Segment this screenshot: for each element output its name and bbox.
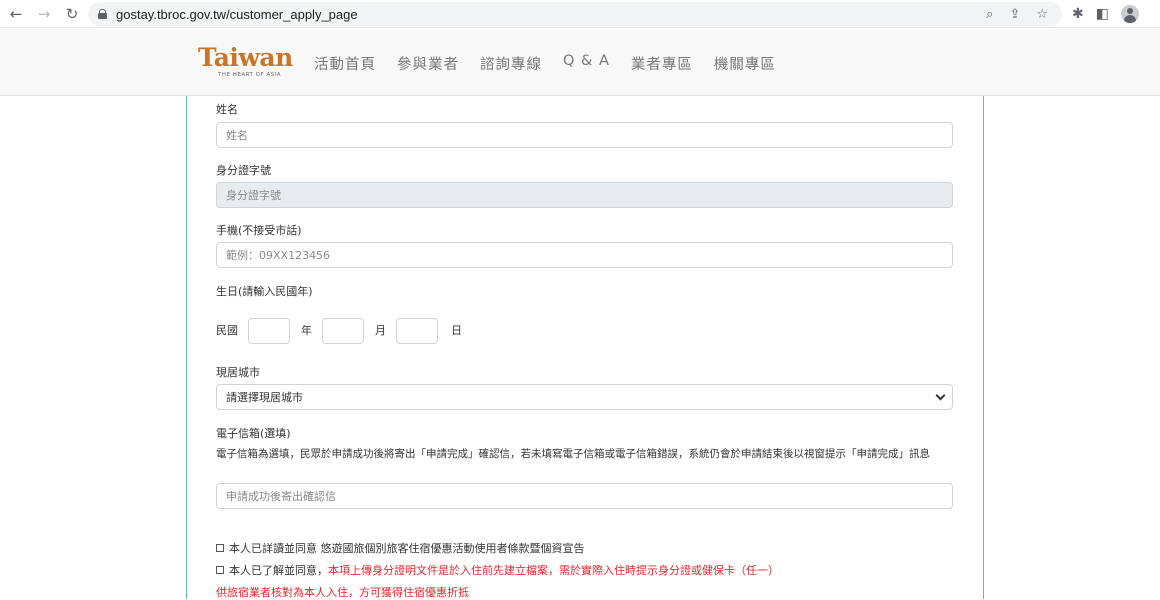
birth-year-input[interactable] — [248, 318, 290, 344]
mobile-input[interactable]: 範例：09XX123456 — [216, 242, 953, 268]
reload-icon[interactable]: ↻ — [58, 0, 86, 28]
nav-hotline[interactable]: 諮詢專線 — [480, 53, 542, 74]
browser-toolbar: ← → ↻ gostay.tbroc.gov.tw/customer_apply… — [0, 0, 1160, 28]
address-bar[interactable]: gostay.tbroc.gov.tw/customer_apply_page … — [88, 2, 1062, 26]
back-arrow-icon[interactable]: ← — [2, 0, 30, 28]
forward-arrow-icon[interactable]: → — [30, 0, 58, 28]
city-select[interactable]: 請選擇現居城市 — [216, 384, 953, 410]
site-header: Taiwan THE HEART OF ASIA 活動首頁 參與業者 諮詢專線 … — [0, 29, 1160, 96]
agree-terms-checkbox[interactable] — [216, 544, 224, 552]
main-nav: 活動首頁 參與業者 諮詢專線 Q & A 業者專區 機關專區 — [314, 53, 776, 74]
email-label: 電子信箱(選填) — [216, 427, 291, 440]
lock-icon — [98, 9, 107, 19]
extensions-puzzle-icon[interactable]: ✱ — [1072, 6, 1084, 22]
agree-id-row: 本人已了解並同意， 本項上傳身分證明文件是於入住前先建立檔案，需於實際入住時提示… — [216, 562, 779, 578]
era-label: 民國 — [216, 324, 238, 337]
agree-terms-row: 本人已詳讀並同意 悠遊國旅個別旅客住宿優惠活動使用者條款暨個資宣告 — [216, 540, 585, 556]
form-panel — [186, 96, 984, 599]
agree-id-tail: 供旅宿業者核對為本人入住，方可獲得住宿優惠折抵 — [216, 586, 469, 599]
mobile-label: 手機(不接受市話) — [216, 224, 302, 237]
agree-id-warning: 本項上傳身分證明文件是於入住前先建立檔案，需於實際入住時提示身分證或健保卡（任一… — [328, 564, 779, 577]
month-label: 月 — [375, 324, 386, 337]
name-label: 姓名 — [216, 103, 238, 116]
name-input[interactable]: 姓名 — [216, 122, 953, 148]
nav-home[interactable]: 活動首頁 — [314, 53, 376, 74]
id-number-label: 身分證字號 — [216, 164, 271, 177]
chevron-down-icon — [935, 390, 946, 401]
url-text: gostay.tbroc.gov.tw/customer_apply_page — [116, 6, 358, 22]
taiwan-logo[interactable]: Taiwan THE HEART OF ASIA — [198, 44, 294, 84]
agree-id-text: 本人已了解並同意， — [229, 564, 328, 577]
nav-faq[interactable]: Q & A — [563, 53, 610, 74]
nav-agency[interactable]: 機關專區 — [714, 53, 776, 74]
birth-month-input[interactable] — [322, 318, 364, 344]
profile-avatar-icon[interactable] — [1120, 5, 1139, 23]
year-label: 年 — [301, 324, 312, 337]
city-label: 現居城市 — [216, 366, 260, 379]
birthday-label: 生日(請輸入民國年) — [216, 285, 313, 298]
email-input[interactable]: 申請成功後寄出確認信 — [216, 483, 953, 509]
email-note: 電子信箱為選填，民眾於申請成功後將寄出「申請完成」確認信，若未填寫電子信箱或電子… — [216, 448, 930, 460]
agree-id-checkbox[interactable] — [216, 566, 224, 574]
share-icon[interactable]: ⇪ — [1009, 7, 1020, 22]
day-label: 日 — [451, 324, 462, 337]
zoom-icon[interactable]: ⌕ — [986, 7, 993, 22]
city-select-value: 請選擇現居城市 — [226, 391, 303, 404]
side-panel-icon[interactable]: ◧ — [1096, 6, 1109, 22]
nav-business[interactable]: 業者專區 — [631, 53, 693, 74]
agree-terms-text[interactable]: 本人已詳讀並同意 悠遊國旅個別旅客住宿優惠活動使用者條款暨個資宣告 — [229, 540, 585, 556]
bookmark-star-icon[interactable]: ☆ — [1036, 7, 1048, 22]
birth-day-input[interactable] — [396, 318, 438, 344]
nav-partners[interactable]: 參與業者 — [397, 53, 459, 74]
id-number-input[interactable]: 身分證字號 — [216, 182, 953, 208]
